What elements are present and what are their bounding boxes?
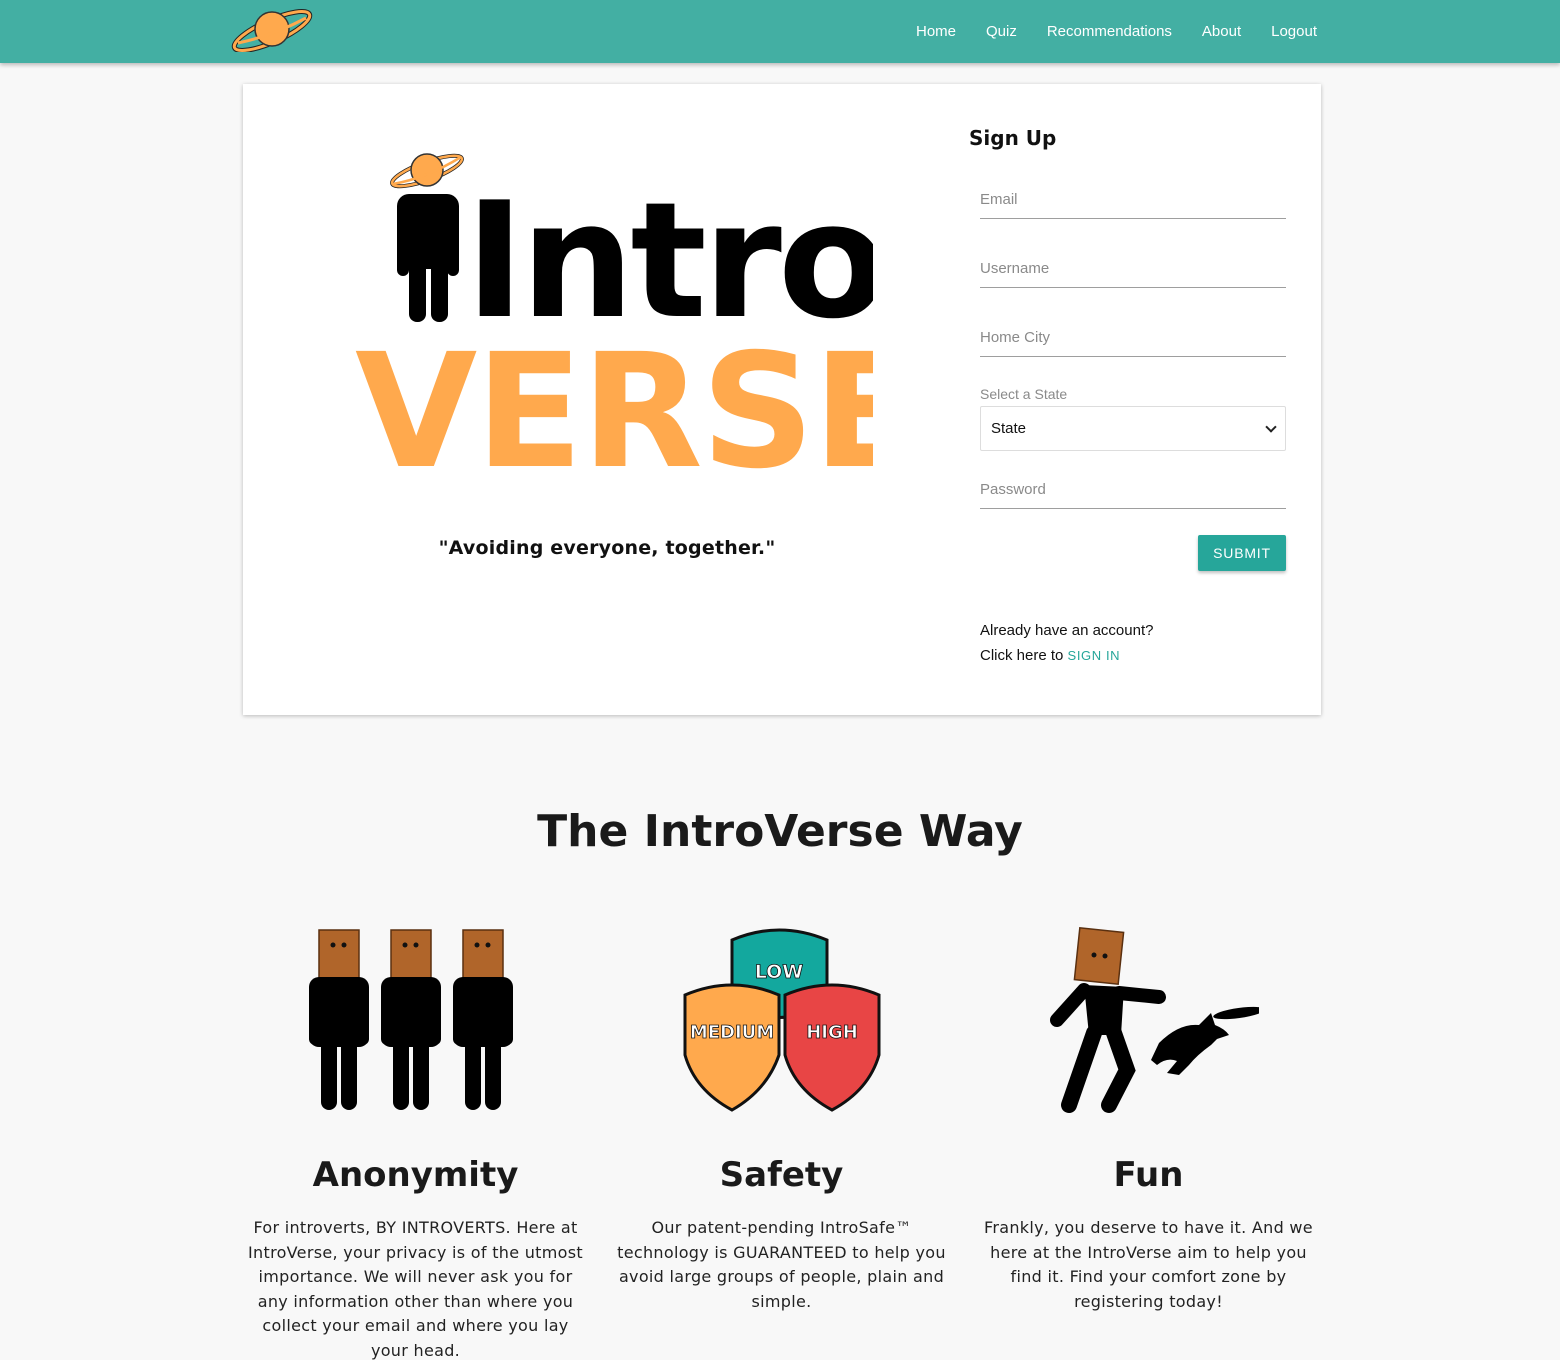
section-title: The IntroVerse Way bbox=[537, 806, 1023, 857]
state-select[interactable]: State bbox=[980, 406, 1286, 451]
feature-title-anonymity: Anonymity bbox=[312, 1155, 519, 1195]
tagline: "Avoiding everyone, together." bbox=[438, 537, 776, 559]
account-line-2: Click here to SIGN IN bbox=[980, 643, 1153, 668]
navbar: Home Quiz Recommendations About Logout bbox=[0, 0, 1560, 63]
person-playing-frisbee-with-dog-icon bbox=[1049, 927, 1259, 1113]
saturn-logo-icon[interactable] bbox=[230, 6, 314, 52]
feature-title-safety: Safety bbox=[719, 1155, 844, 1195]
nav-logout[interactable]: Logout bbox=[1271, 23, 1317, 40]
nav-links: Home Quiz Recommendations About Logout bbox=[916, 0, 1317, 63]
password-field-wrapper bbox=[980, 475, 1286, 509]
nav-recommendations[interactable]: Recommendations bbox=[1047, 23, 1172, 40]
logo-saturn-icon bbox=[390, 153, 464, 189]
nav-about[interactable]: About bbox=[1202, 23, 1241, 40]
email-field[interactable] bbox=[980, 185, 1286, 219]
email-field-wrapper bbox=[980, 185, 1286, 219]
introverse-logo: Intro VERSE bbox=[355, 153, 873, 504]
signup-title: Sign Up bbox=[969, 126, 1057, 150]
home-city-field-wrapper bbox=[980, 323, 1286, 357]
shield-label-high: HIGH bbox=[806, 1022, 858, 1043]
shield-label-low: LOW bbox=[754, 961, 803, 983]
username-field-wrapper bbox=[980, 254, 1286, 288]
three-paper-bag-people-icon bbox=[308, 929, 513, 1110]
state-select-label: Select a State bbox=[980, 386, 1068, 402]
feature-text-fun: Frankly, you deserve to have it. And we … bbox=[984, 1218, 1313, 1311]
chevron-down-icon bbox=[1265, 420, 1277, 433]
logo-person-icon bbox=[397, 194, 459, 322]
password-field[interactable] bbox=[980, 475, 1286, 509]
state-select-value: State bbox=[991, 420, 1027, 437]
feature-anonymity: Anonymity For introverts, BY INTROVERTS.… bbox=[243, 925, 588, 1360]
nav-quiz[interactable]: Quiz bbox=[986, 23, 1017, 40]
feature-text-safety: Our patent-pending IntroSafe™ technology… bbox=[617, 1218, 946, 1311]
username-field[interactable] bbox=[980, 254, 1286, 288]
signup-card: Intro VERSE "Avoiding everyone, together… bbox=[243, 84, 1321, 715]
nav-home[interactable]: Home bbox=[916, 23, 956, 40]
home-city-field[interactable] bbox=[980, 323, 1286, 357]
submit-button[interactable]: SUBMIT bbox=[1198, 535, 1286, 571]
sign-in-link[interactable]: SIGN IN bbox=[1068, 648, 1121, 663]
feature-text-anonymity: For introverts, BY INTROVERTS. Here at I… bbox=[248, 1218, 583, 1360]
safety-shields-icon: LOW MEDIUM HIGH bbox=[683, 928, 880, 1112]
signin-prompt: Already have an account? Click here to S… bbox=[980, 618, 1153, 668]
feature-safety: LOW MEDIUM HIGH Safety Our patent-pendin… bbox=[609, 925, 954, 1314]
feature-fun: Fun Frankly, you deserve to have it. And… bbox=[976, 925, 1321, 1314]
logo-word-verse: VERSE bbox=[355, 320, 873, 504]
account-line-1: Already have an account? bbox=[980, 622, 1154, 639]
shield-label-medium: MEDIUM bbox=[689, 1022, 773, 1043]
account-line-2-text: Click here to bbox=[980, 647, 1064, 664]
feature-title-fun: Fun bbox=[1113, 1155, 1184, 1195]
